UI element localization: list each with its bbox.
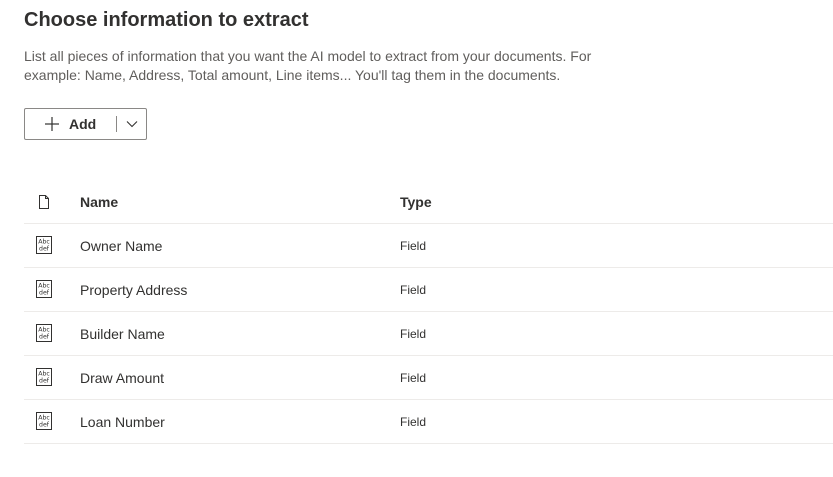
- table-header-row: Name Type: [24, 180, 833, 224]
- add-split-button[interactable]: Add: [24, 108, 147, 140]
- chevron-down-icon: [126, 121, 137, 128]
- table-row[interactable]: Abc def Loan Number Field: [24, 400, 833, 444]
- svg-text:def: def: [39, 334, 50, 341]
- add-dropdown-button[interactable]: [117, 109, 146, 139]
- text-field-icon: Abc def: [36, 368, 52, 386]
- column-header-name[interactable]: Name: [80, 194, 118, 210]
- plus-icon: [45, 117, 59, 131]
- text-field-icon: Abc def: [36, 280, 52, 298]
- column-header-type[interactable]: Type: [400, 194, 432, 210]
- svg-text:def: def: [39, 246, 50, 253]
- svg-text:def: def: [39, 422, 50, 429]
- row-name: Draw Amount: [80, 370, 165, 386]
- row-type: Field: [400, 283, 427, 297]
- text-field-icon: Abc def: [36, 412, 52, 430]
- text-field-icon: Abc def: [36, 236, 52, 254]
- row-name: Owner Name: [80, 238, 163, 254]
- document-icon[interactable]: [36, 194, 52, 210]
- row-type: Field: [400, 327, 427, 341]
- table-row[interactable]: Abc def Owner Name Field: [24, 224, 833, 268]
- add-button[interactable]: Add: [25, 109, 110, 139]
- row-name: Loan Number: [80, 414, 165, 430]
- row-name: Builder Name: [80, 326, 165, 342]
- table-row[interactable]: Abc def Builder Name Field: [24, 312, 833, 356]
- row-type: Field: [400, 371, 427, 385]
- table-row[interactable]: Abc def Property Address Field: [24, 268, 833, 312]
- row-name: Property Address: [80, 282, 188, 298]
- table-row[interactable]: Abc def Draw Amount Field: [24, 356, 833, 400]
- svg-text:def: def: [39, 290, 50, 297]
- svg-text:Abc: Abc: [38, 239, 50, 246]
- svg-text:Abc: Abc: [38, 283, 50, 290]
- page-title: Choose information to extract: [24, 9, 309, 31]
- svg-text:Abc: Abc: [38, 371, 50, 378]
- add-button-label: Add: [69, 116, 97, 132]
- row-type: Field: [400, 415, 427, 429]
- text-field-icon: Abc def: [36, 324, 52, 342]
- svg-text:Abc: Abc: [38, 415, 50, 422]
- svg-text:Abc: Abc: [38, 327, 50, 334]
- svg-text:def: def: [39, 378, 50, 385]
- page-description: List all pieces of information that you …: [24, 48, 592, 83]
- row-type: Field: [400, 239, 427, 253]
- fields-table: Name Type Abc def Owner Name Field Abc d…: [24, 180, 833, 444]
